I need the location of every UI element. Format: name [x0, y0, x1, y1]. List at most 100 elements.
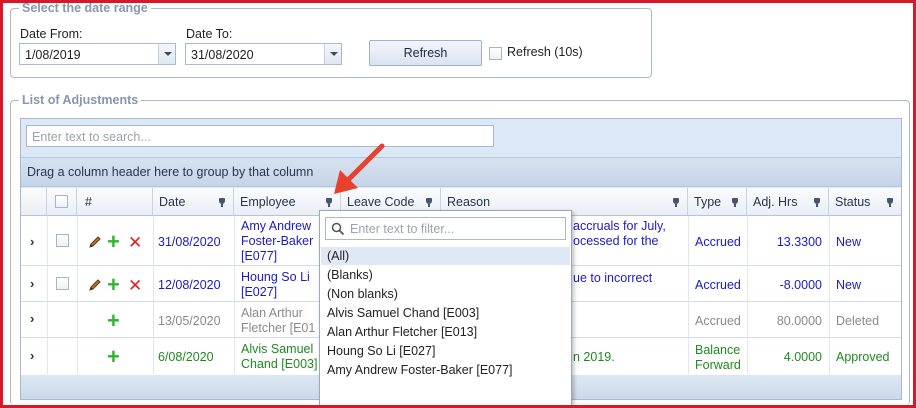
auto-refresh-label: Refresh (10s): [507, 45, 583, 59]
delete-x-icon[interactable]: ✕: [128, 277, 142, 294]
header-status[interactable]: Status: [829, 188, 901, 216]
add-plus-icon[interactable]: +: [107, 310, 120, 332]
row-employee-line1: Alan Arthur: [241, 306, 303, 320]
filter-option-e013[interactable]: Alan Arthur Fletcher [E013]: [327, 325, 477, 339]
row-status: New: [836, 235, 862, 249]
header-expander: [21, 188, 47, 216]
chevron-down-icon[interactable]: [324, 44, 341, 64]
row-date: 6/08/2020: [158, 350, 214, 364]
column-divider: [747, 216, 748, 374]
edit-pencil-icon[interactable]: [88, 235, 102, 249]
row-reason-line1: ue to incorrect: [573, 271, 653, 285]
row-employee-line2: Chand [E003]: [241, 357, 318, 371]
header-employee-label: Employee: [240, 195, 296, 209]
annotation-arrow-icon: [334, 143, 385, 194]
header-adj-hrs[interactable]: Adj. Hrs: [747, 188, 829, 216]
row-reason-line1: n 2019.: [573, 350, 615, 364]
filter-search-placeholder: Enter text to filter...: [350, 222, 455, 236]
header-date[interactable]: Date: [153, 188, 234, 216]
group-by-panel[interactable]: Drag a column header here to group by th…: [21, 157, 901, 187]
row-status: Deleted: [836, 314, 880, 328]
row-expand-icon[interactable]: ›: [30, 234, 34, 249]
header-reason-label: Reason: [447, 195, 491, 209]
auto-refresh-checkbox[interactable]: [489, 47, 502, 60]
filter-pin-icon[interactable]: [814, 198, 820, 207]
refresh-button[interactable]: Refresh: [369, 40, 482, 66]
grid-search-placeholder: Enter text to search...: [32, 130, 151, 144]
row-employee-line1: Alvis Samuel: [241, 342, 314, 356]
row-hours: -8.0000: [779, 278, 822, 292]
row-status: New: [836, 278, 862, 292]
delete-x-icon[interactable]: ✕: [128, 234, 142, 251]
header-select-all: [47, 188, 77, 216]
filter-pin-icon[interactable]: [426, 198, 432, 207]
row-employee-line2: [E027]: [241, 285, 278, 299]
filter-pin-icon[interactable]: [732, 198, 738, 207]
date-to-label: Date To:: [186, 27, 233, 41]
group-by-hint: Drag a column header here to group by th…: [27, 165, 314, 179]
filter-option-e077[interactable]: Amy Andrew Foster-Baker [E077]: [327, 363, 513, 377]
row-expand-icon[interactable]: ›: [30, 276, 34, 291]
header-type[interactable]: Type: [688, 188, 747, 216]
filter-search-input[interactable]: Enter text to filter...: [325, 217, 566, 240]
column-divider: [688, 216, 689, 374]
filter-pin-icon[interactable]: [219, 198, 225, 207]
column-divider: [153, 216, 154, 374]
column-divider: [234, 216, 235, 374]
header-number-label: #: [85, 195, 92, 209]
filter-item-highlight: [321, 247, 570, 265]
column-divider: [829, 216, 830, 374]
header-adj-hrs-label: Adj. Hrs: [753, 195, 798, 209]
filter-option-e003[interactable]: Alvis Samuel Chand [E003]: [327, 306, 479, 320]
row-checkbox[interactable]: [56, 234, 69, 247]
row-employee-line1: Amy Andrew: [241, 219, 312, 233]
filter-pin-icon[interactable]: [673, 198, 679, 207]
row-type: Accrued: [695, 314, 741, 328]
row-hours: 13.3300: [776, 235, 822, 249]
column-divider: [77, 216, 78, 374]
header-number[interactable]: #: [77, 188, 153, 216]
chevron-down-icon[interactable]: [158, 44, 175, 64]
search-icon: [331, 222, 345, 236]
edit-pencil-icon[interactable]: [88, 278, 102, 292]
filter-pin-icon[interactable]: [887, 198, 893, 207]
row-date: 31/08/2020: [158, 235, 221, 249]
row-reason-line1: accruals for July,: [573, 219, 666, 233]
header-status-label: Status: [835, 195, 871, 209]
header-date-label: Date: [159, 195, 186, 209]
row-date: 13/05/2020: [158, 314, 221, 328]
row-expand-icon[interactable]: ›: [30, 348, 34, 363]
add-plus-icon[interactable]: +: [107, 346, 120, 368]
header-type-label: Type: [694, 195, 722, 209]
row-type-line1: Balance: [695, 343, 741, 357]
row-employee-line2: Fletcher [E01: [241, 321, 316, 335]
filter-option-blanks[interactable]: (Blanks): [327, 268, 373, 282]
date-from-picker[interactable]: 1/08/2019: [19, 43, 176, 65]
row-reason-line2: ocessed for the: [573, 234, 659, 248]
row-employee-line1: Houng So Li: [241, 270, 310, 284]
row-employee-line3: [E077]: [241, 249, 278, 263]
filter-option-e027[interactable]: Houng So Li [E027]: [327, 344, 435, 358]
row-hours: 4.0000: [783, 350, 822, 364]
add-plus-icon[interactable]: +: [107, 231, 120, 253]
row-type-line2: Forward: [695, 358, 741, 372]
add-plus-icon[interactable]: +: [107, 274, 120, 296]
date-from-value: 1/08/2019: [25, 48, 81, 62]
date-to-picker[interactable]: 31/08/2020: [185, 43, 342, 65]
grid-search-input[interactable]: Enter text to search...: [26, 125, 494, 147]
row-date: 12/08/2020: [158, 278, 221, 292]
row-expand-icon[interactable]: ›: [30, 311, 34, 326]
row-employee-line2: Foster-Baker: [241, 234, 314, 248]
employee-filter-popup[interactable]: Enter text to filter... (All) (Blanks) (…: [319, 210, 572, 408]
filter-option-non-blanks[interactable]: (Non blanks): [327, 287, 398, 301]
adjustments-legend: List of Adjustments: [19, 93, 142, 107]
row-type: Accrued: [695, 235, 741, 249]
date-range-legend: Select the date range: [19, 1, 151, 15]
date-to-value: 31/08/2020: [191, 48, 254, 62]
row-status: Approved: [836, 350, 890, 364]
date-from-label: Date From:: [20, 27, 83, 41]
row-checkbox[interactable]: [56, 277, 69, 290]
row-type: Accrued: [695, 278, 741, 292]
select-all-checkbox[interactable]: [55, 195, 68, 208]
filter-option-all[interactable]: (All): [327, 249, 349, 263]
